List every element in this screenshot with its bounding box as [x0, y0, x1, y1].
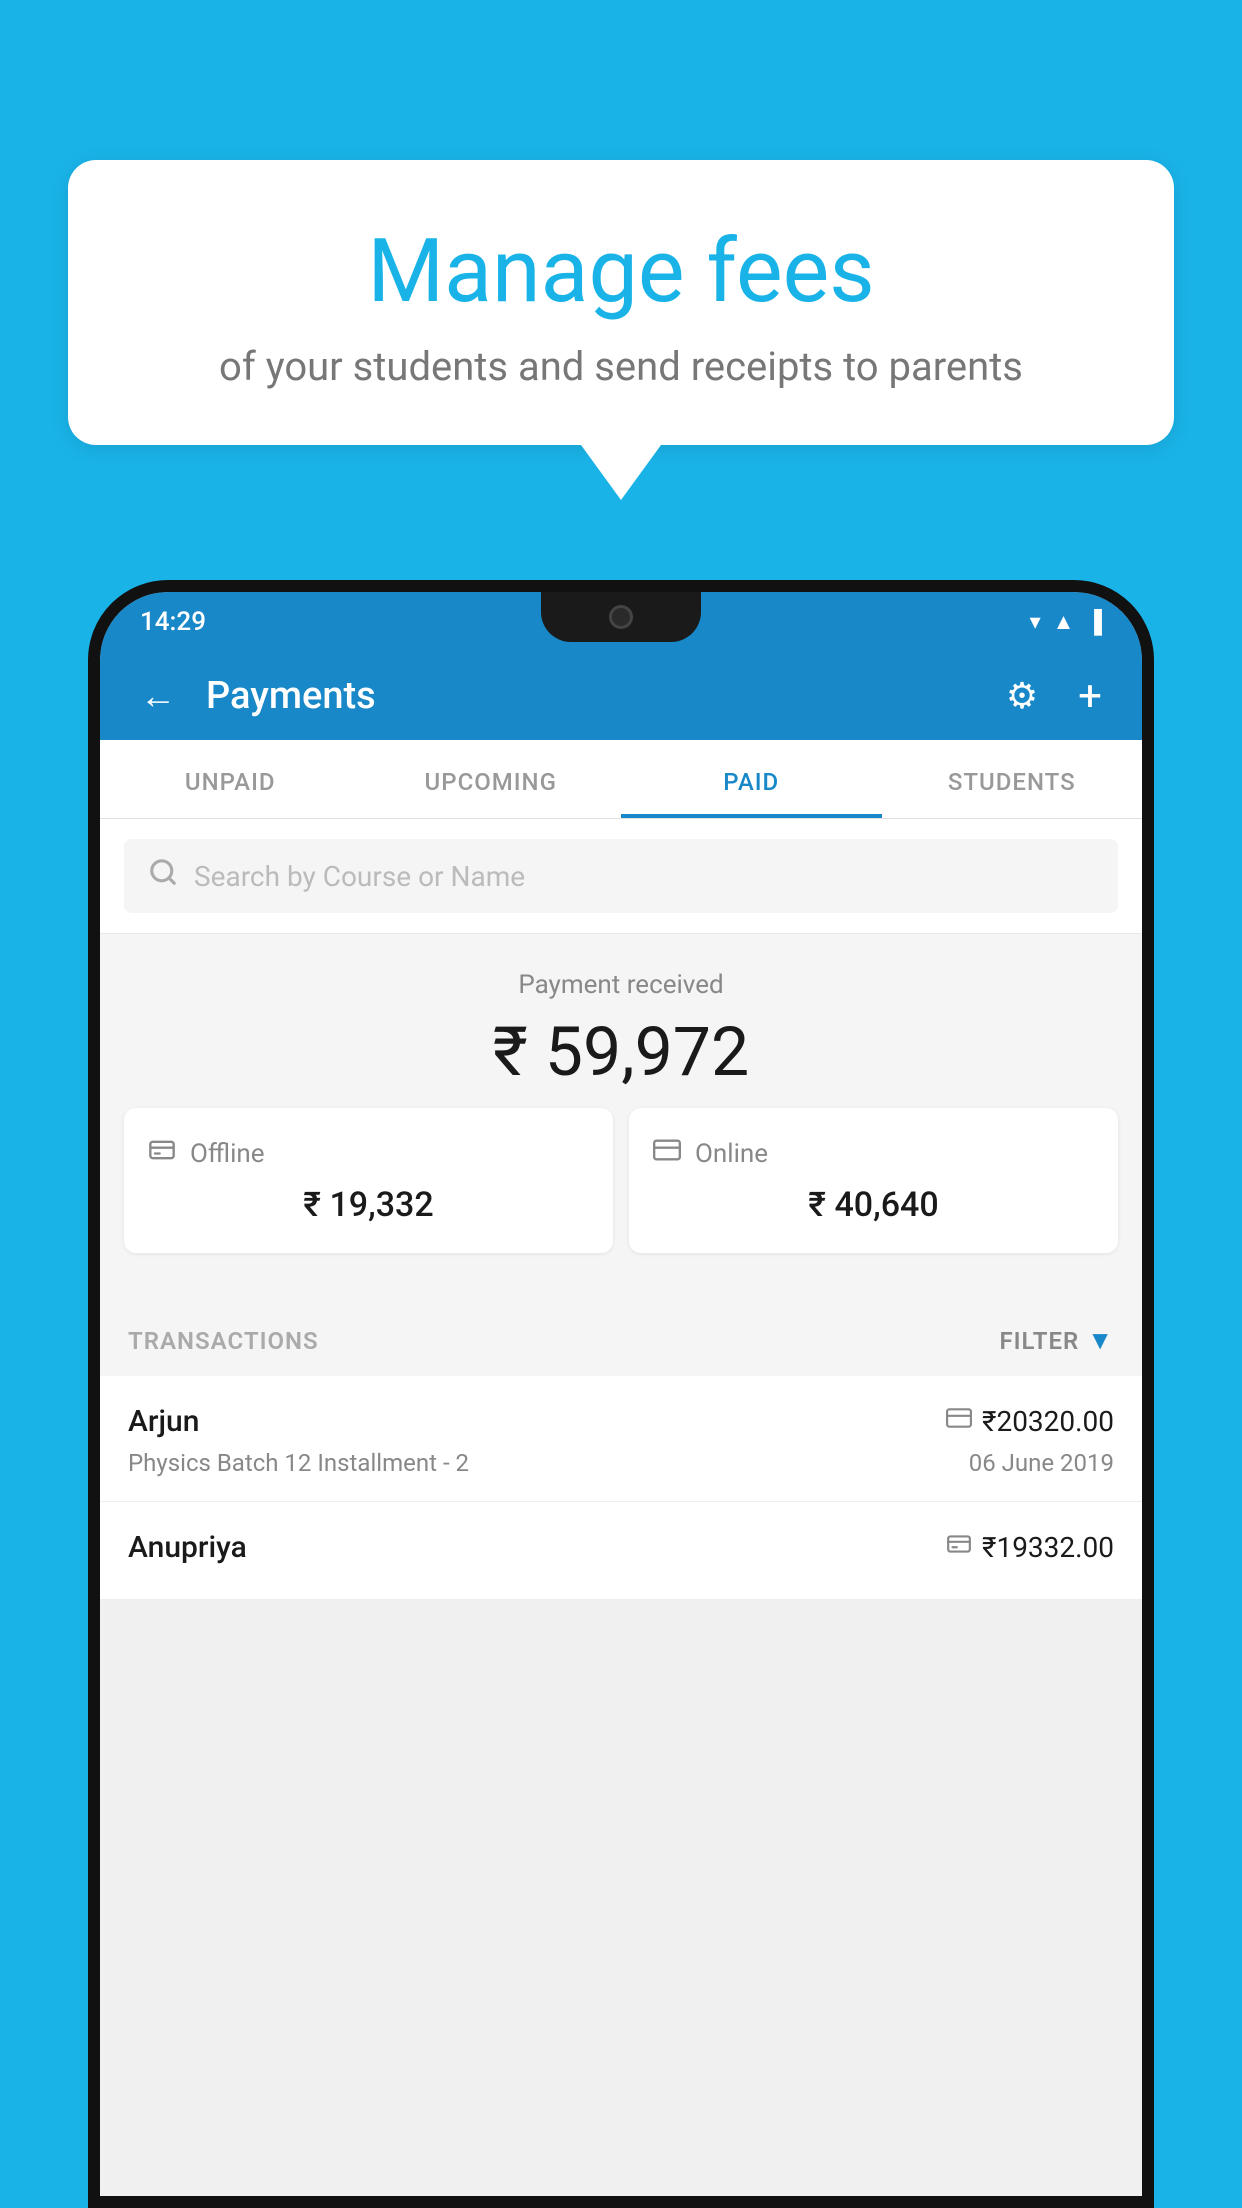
tab-students[interactable]: STUDENTS: [882, 740, 1143, 818]
online-payment-icon: [653, 1136, 681, 1171]
payment-section: Payment received ₹ 59,972 Offli: [100, 934, 1142, 1305]
offline-payment-card: Offline ₹ 19,332: [124, 1108, 613, 1253]
offline-payment-icon-small: [946, 1531, 972, 1564]
settings-button[interactable]: ⚙: [996, 665, 1048, 727]
offline-payment-icon: [148, 1136, 176, 1171]
transaction-course-arjun: Physics Batch 12 Installment - 2: [128, 1449, 469, 1477]
transaction-top-anupriya: Anupriya ₹19332.00: [128, 1530, 1114, 1565]
payment-cards-row: Offline ₹ 19,332 Online: [100, 1092, 1142, 1277]
transactions-label: TRANSACTIONS: [128, 1327, 319, 1355]
transaction-row[interactable]: Anupriya ₹19332.00: [100, 1502, 1142, 1600]
phone-screen: 14:29 ▾ ▲ ▐ ← Payments ⚙ + UNPAID UPCOMI…: [100, 592, 1142, 2196]
transaction-amount-value-arjun: ₹20320.00: [982, 1405, 1114, 1438]
tab-unpaid[interactable]: UNPAID: [100, 740, 361, 818]
online-card-header: Online: [653, 1136, 1094, 1171]
online-payment-card: Online ₹ 40,640: [629, 1108, 1118, 1253]
search-container: Search by Course or Name: [100, 819, 1142, 934]
battery-icon: ▐: [1086, 609, 1102, 635]
speech-bubble-arrow: [581, 445, 661, 500]
online-amount: ₹ 40,640: [653, 1185, 1094, 1225]
transaction-name-arjun: Arjun: [128, 1404, 199, 1439]
transaction-amount-anupriya: ₹19332.00: [946, 1531, 1114, 1564]
offline-amount: ₹ 19,332: [148, 1185, 589, 1225]
speech-bubble-title: Manage fees: [148, 220, 1094, 323]
payment-received-amount: ₹ 59,972: [100, 1012, 1142, 1092]
transaction-bottom-arjun: Physics Batch 12 Installment - 2 06 June…: [128, 1449, 1114, 1477]
search-bar[interactable]: Search by Course or Name: [124, 839, 1118, 913]
offline-card-header: Offline: [148, 1136, 589, 1171]
card-payment-icon: [946, 1405, 972, 1438]
speech-bubble-subtitle: of your students and send receipts to pa…: [148, 343, 1094, 390]
add-button[interactable]: +: [1068, 662, 1112, 731]
transaction-amount-value-anupriya: ₹19332.00: [982, 1531, 1114, 1564]
filter-button[interactable]: FILTER ▼: [999, 1325, 1114, 1356]
transaction-name-anupriya: Anupriya: [128, 1530, 247, 1565]
status-icons: ▾ ▲ ▐: [1030, 609, 1102, 635]
transaction-top-arjun: Arjun ₹20320.00: [128, 1404, 1114, 1439]
offline-label: Offline: [190, 1139, 265, 1169]
back-button[interactable]: ←: [130, 665, 186, 727]
phone-side-button-left: [88, 792, 90, 872]
online-label: Online: [695, 1139, 768, 1169]
payment-received-label: Payment received: [100, 970, 1142, 1000]
filter-label: FILTER: [999, 1327, 1079, 1355]
transaction-date-arjun: 06 June 2019: [969, 1449, 1114, 1477]
transaction-row[interactable]: Arjun ₹20320.00 Physics Batch 12 Install…: [100, 1376, 1142, 1502]
tabs: UNPAID UPCOMING PAID STUDENTS: [100, 740, 1142, 819]
app-bar: ← Payments ⚙ +: [100, 652, 1142, 740]
app-bar-title: Payments: [206, 674, 976, 718]
phone-notch: [541, 592, 701, 642]
transaction-amount-arjun: ₹20320.00: [946, 1405, 1114, 1438]
wifi-icon: ▾: [1030, 610, 1041, 635]
filter-icon: ▼: [1087, 1325, 1114, 1356]
speech-bubble: Manage fees of your students and send re…: [68, 160, 1174, 445]
transactions-header: TRANSACTIONS FILTER ▼: [100, 1305, 1142, 1376]
camera: [609, 605, 633, 629]
tab-paid[interactable]: PAID: [621, 740, 882, 818]
tab-upcoming[interactable]: UPCOMING: [361, 740, 622, 818]
phone-frame: 14:29 ▾ ▲ ▐ ← Payments ⚙ + UNPAID UPCOMI…: [88, 580, 1154, 2208]
status-time: 14:29: [140, 607, 206, 637]
search-icon: [148, 857, 178, 895]
phone-side-button-right: [1152, 752, 1154, 872]
search-input[interactable]: Search by Course or Name: [194, 860, 525, 893]
signal-icon: ▲: [1053, 609, 1075, 635]
speech-bubble-container: Manage fees of your students and send re…: [68, 160, 1174, 500]
